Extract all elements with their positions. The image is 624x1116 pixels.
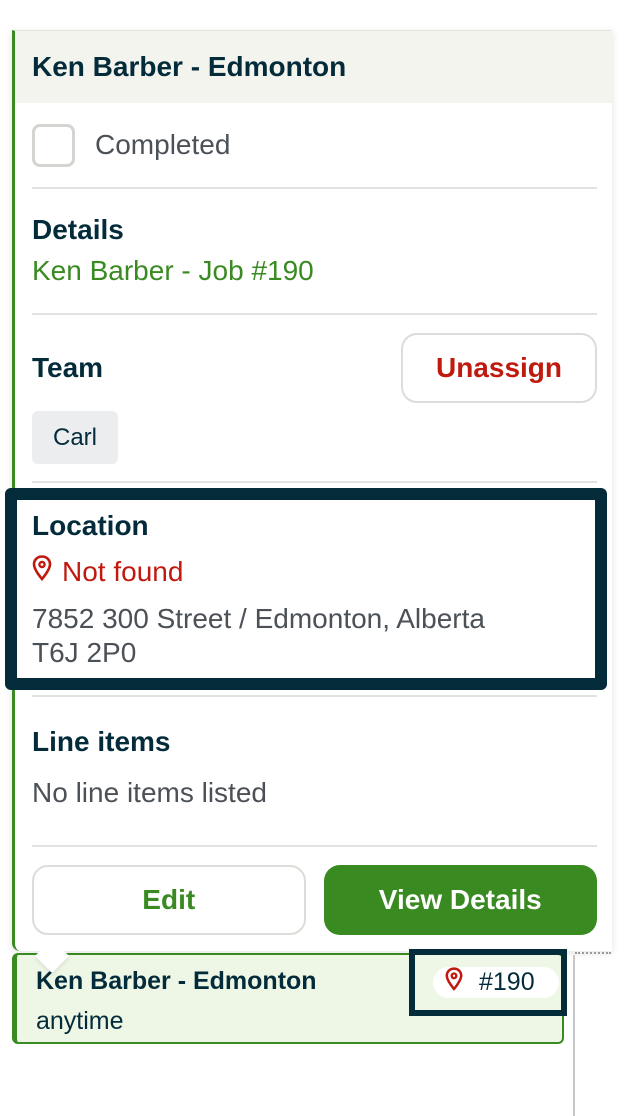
unassign-button[interactable]: Unassign: [401, 333, 597, 403]
client-link[interactable]: Ken Barber: [32, 255, 174, 286]
map-pin-icon: [445, 967, 463, 998]
calendar-grid-line: [575, 952, 611, 954]
line-items-heading: Line items: [32, 726, 171, 757]
popover-body: Completed Details Ken Barber - Job #190 …: [15, 103, 612, 935]
event-job-badge: #190: [433, 967, 559, 998]
location-status-text: Not found: [62, 555, 184, 587]
team-section: Team Unassign Carl: [32, 315, 597, 483]
team-member-chip: Carl: [32, 411, 118, 464]
edit-button[interactable]: Edit: [32, 865, 306, 935]
line-items-empty: No line items listed: [32, 777, 267, 808]
visit-popover: Ken Barber - Edmonton Completed Details …: [12, 30, 612, 951]
popover-title: Ken Barber - Edmonton: [15, 31, 612, 103]
location-address: 7852 300 Street / Edmonton, Alberta T6J …: [32, 602, 597, 670]
completed-row: Completed: [32, 103, 597, 189]
details-separator: -: [181, 255, 191, 286]
view-details-button[interactable]: View Details: [323, 865, 597, 935]
job-link[interactable]: Job #190: [199, 255, 314, 286]
completed-label: Completed: [95, 129, 231, 160]
line-items-section: Line items No line items listed: [32, 697, 597, 847]
stage: Ken Barber - Edmonton Completed Details …: [0, 0, 624, 1116]
event-title: Ken Barber - Edmonton: [36, 967, 317, 995]
address-line-2: T6J 2P0: [32, 637, 137, 668]
event-job-number: #190: [479, 968, 535, 996]
details-section: Details Ken Barber - Job #190: [32, 189, 597, 315]
location-status: Not found: [32, 555, 597, 588]
popover-actions: Edit View Details: [32, 847, 597, 935]
event-time: anytime: [36, 1007, 124, 1035]
details-heading: Details: [32, 214, 124, 245]
location-heading: Location: [32, 510, 149, 541]
address-line-1: 7852 300 Street / Edmonton, Alberta: [32, 603, 485, 634]
location-section: Location Not found 7852 300 Street / Edm…: [32, 483, 597, 697]
team-heading: Team: [32, 352, 104, 383]
completed-checkbox[interactable]: [32, 123, 75, 167]
map-pin-icon: [32, 555, 52, 588]
calendar-event-card[interactable]: Ken Barber - Edmonton anytime #190: [12, 953, 564, 1044]
details-links: Ken Barber - Job #190: [32, 255, 597, 287]
calendar-grid-divider: [573, 955, 575, 1116]
